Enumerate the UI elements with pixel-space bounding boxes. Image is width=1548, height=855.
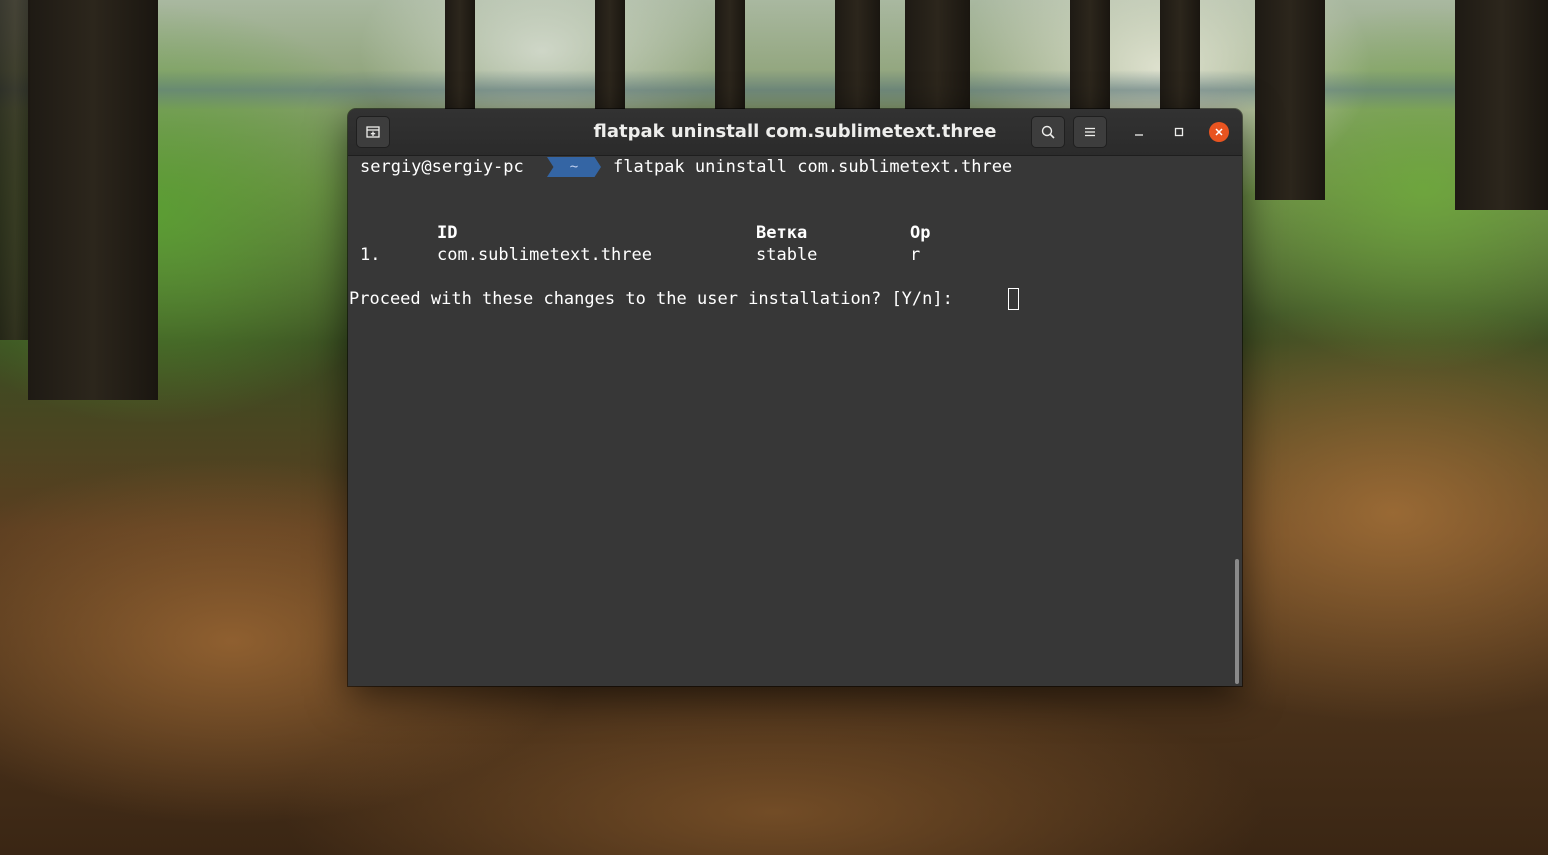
close-icon — [1215, 128, 1223, 136]
prompt-user: sergiy@sergiy-pc — [360, 157, 524, 177]
table-header-branch: Ветка — [756, 223, 808, 243]
prompt-directory: ~ — [547, 157, 601, 177]
table-row-number: 1. — [360, 245, 381, 265]
window-title: flatpak uninstall com.sublimetext.three — [593, 121, 997, 142]
close-button[interactable] — [1209, 122, 1229, 142]
table-header-id: ID — [437, 223, 458, 243]
menu-button[interactable] — [1073, 116, 1107, 148]
terminal-window: flatpak uninstall com.sublimetext.three — [348, 109, 1242, 686]
table-row-op: r — [910, 245, 921, 265]
table-row-branch: stable — [756, 245, 818, 265]
command-text: flatpak uninstall com.sublimetext.three — [613, 157, 1013, 177]
maximize-icon — [1174, 127, 1184, 137]
maximize-button[interactable] — [1167, 120, 1191, 144]
scrollbar[interactable] — [1235, 559, 1239, 684]
table-header-op: Op — [910, 223, 931, 243]
search-icon — [1041, 125, 1055, 139]
minimize-icon — [1135, 134, 1143, 136]
hamburger-menu-icon — [1085, 127, 1095, 137]
minimize-button[interactable] — [1127, 120, 1151, 144]
new-tab-button[interactable] — [356, 116, 390, 148]
new-tab-icon — [366, 126, 380, 138]
header-bar: flatpak uninstall com.sublimetext.three — [348, 109, 1242, 156]
terminal-output[interactable]: sergiy@sergiy-pc ~ flatpak uninstall com… — [348, 155, 1242, 686]
text-cursor — [1008, 288, 1019, 310]
search-button[interactable] — [1031, 116, 1065, 148]
confirm-question: Proceed with these changes to the user i… — [349, 289, 953, 309]
table-row-id: com.sublimetext.three — [437, 245, 652, 265]
